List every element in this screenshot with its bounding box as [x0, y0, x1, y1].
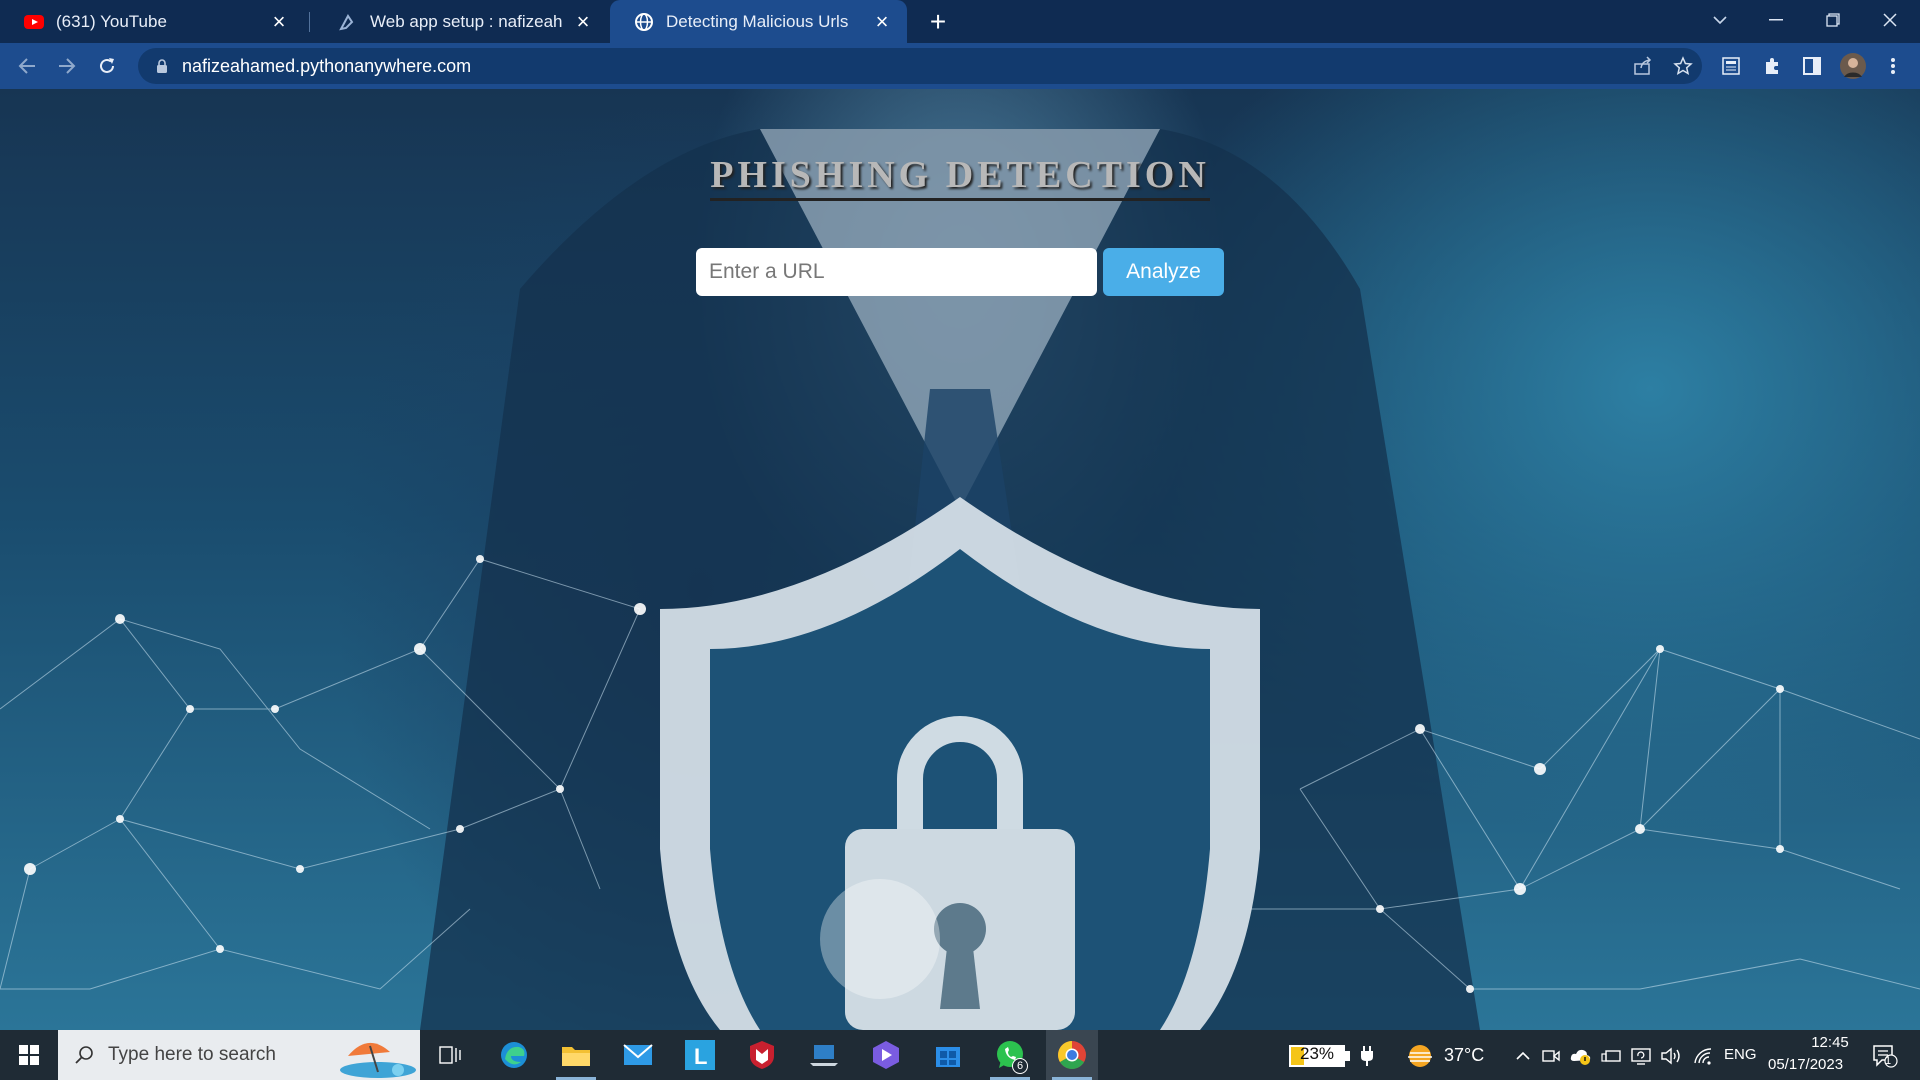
task-view-icon: [439, 1046, 461, 1064]
url-input[interactable]: [696, 248, 1097, 296]
device-icon[interactable]: [1600, 1045, 1622, 1067]
charging-plug-icon: [1356, 1045, 1378, 1067]
page-viewport: PHISHING DETECTION Analyze: [0, 89, 1920, 1030]
meet-now-icon[interactable]: [1540, 1045, 1562, 1067]
youtube-icon: [24, 12, 44, 32]
taskbar-whatsapp[interactable]: 6: [984, 1030, 1036, 1080]
taskbar-mail[interactable]: [612, 1030, 664, 1080]
taskbar-laptop-app[interactable]: [798, 1030, 850, 1080]
svg-text:L: L: [694, 1044, 707, 1069]
bookmark-star-icon[interactable]: [1666, 49, 1700, 83]
close-window-button[interactable]: [1862, 0, 1918, 40]
taskbar-edge[interactable]: [488, 1030, 540, 1080]
close-tab-icon[interactable]: ×: [268, 9, 290, 34]
restore-button[interactable]: [1805, 0, 1861, 40]
page-title: PHISHING DETECTION: [0, 153, 1920, 201]
folder-icon: [562, 1047, 590, 1066]
taskbar-chrome[interactable]: [1046, 1030, 1098, 1080]
profile-avatar[interactable]: [1836, 49, 1870, 83]
close-tab-icon[interactable]: ×: [871, 9, 893, 34]
back-arrow-icon: [18, 58, 35, 74]
taskbar-l-app[interactable]: L: [674, 1030, 726, 1080]
mcafee-shield-icon: [750, 1041, 774, 1069]
globe-icon: [634, 12, 654, 32]
search-placeholder: Type here to search: [108, 1044, 276, 1065]
forward-button[interactable]: [50, 49, 84, 83]
tab-title: (631) YouTube: [56, 11, 167, 31]
pythonanywhere-icon: [338, 12, 358, 32]
display-sync-icon[interactable]: [1630, 1045, 1652, 1067]
taskbar-power-automate[interactable]: [860, 1030, 912, 1080]
taskbar-search-box[interactable]: Type here to search: [58, 1030, 420, 1080]
tab-pythonanywhere[interactable]: Web app setup : nafizeahamed : PythonAny…: [314, 0, 608, 43]
tab-title: Web app setup : nafizeahamed : PythonAny…: [370, 11, 562, 31]
weather-temperature[interactable]: 37°C: [1444, 1045, 1484, 1066]
forward-arrow-icon: [59, 58, 76, 74]
page-title-text: PHISHING DETECTION: [710, 154, 1210, 201]
tab-strip: (631) YouTube × Web app setup : nafizeah…: [0, 0, 1920, 43]
weather-sun-icon[interactable]: [1404, 1045, 1436, 1067]
laptop-icon: [810, 1045, 838, 1066]
extensions-puzzle-icon[interactable]: [1755, 49, 1789, 83]
reload-button[interactable]: [90, 49, 124, 83]
clock-date[interactable]: 05/17/2023: [1768, 1056, 1843, 1073]
background-security-illustration: [0, 129, 1920, 1030]
side-panel-icon[interactable]: [1795, 49, 1829, 83]
new-tab-button[interactable]: +: [922, 6, 954, 38]
analyze-button[interactable]: Analyze: [1103, 248, 1224, 296]
edge-browser-icon: [501, 1042, 527, 1068]
browser-toolbar: nafizeahamed.pythonanywhere.com: [0, 43, 1920, 89]
battery-percent: 23%: [1300, 1044, 1335, 1063]
whatsapp-unread-badge: 6: [1012, 1058, 1028, 1074]
windows-taskbar: Type here to search L 6 23% 37°C ENG 12:…: [0, 1030, 1920, 1080]
task-view-button[interactable]: [424, 1030, 476, 1080]
mail-icon: [623, 1044, 653, 1065]
address-url[interactable]: nafizeahamed.pythonanywhere.com: [182, 56, 471, 77]
volume-icon[interactable]: [1660, 1045, 1682, 1067]
input-language[interactable]: ENG: [1724, 1046, 1757, 1063]
lock-icon[interactable]: [152, 56, 172, 76]
taskbar-file-explorer[interactable]: [550, 1030, 602, 1080]
store-icon: [936, 1047, 960, 1067]
search-icon: [75, 1046, 93, 1064]
back-button[interactable]: [10, 49, 44, 83]
chrome-icon: [1058, 1041, 1086, 1069]
l-app-icon: L: [685, 1040, 715, 1070]
tab-detecting-malicious-urls[interactable]: Detecting Malicious Urls ×: [610, 0, 907, 43]
close-tab-icon[interactable]: ×: [572, 9, 594, 34]
notification-count: 1: [1885, 1055, 1892, 1067]
wifi-icon[interactable]: [1692, 1045, 1714, 1067]
minimize-button[interactable]: [1748, 0, 1804, 40]
share-icon[interactable]: [1626, 49, 1660, 83]
clock-time[interactable]: 12:45: [1790, 1034, 1870, 1051]
start-button[interactable]: [0, 1030, 58, 1080]
tab-separator: [309, 12, 310, 32]
taskbar-store[interactable]: [922, 1030, 974, 1080]
onedrive-warning-icon[interactable]: [1570, 1045, 1592, 1067]
address-bar[interactable]: nafizeahamed.pythonanywhere.com: [138, 48, 1702, 84]
show-hidden-icons-chevron-icon[interactable]: [1512, 1045, 1534, 1067]
tab-youtube[interactable]: (631) YouTube ×: [0, 0, 304, 43]
url-analyze-form: Analyze: [696, 248, 1224, 296]
windows-logo-icon: [19, 1045, 39, 1065]
tab-title: Detecting Malicious Urls: [666, 11, 849, 31]
tab-search-chevron-icon[interactable]: [1692, 0, 1748, 40]
chrome-menu-icon[interactable]: [1876, 49, 1910, 83]
reading-extension-icon[interactable]: [1714, 49, 1748, 83]
hexagon-app-icon: [873, 1041, 899, 1069]
reload-icon: [100, 58, 114, 73]
beach-umbrella-icon: [340, 1042, 416, 1078]
taskbar-mcafee[interactable]: [736, 1030, 788, 1080]
